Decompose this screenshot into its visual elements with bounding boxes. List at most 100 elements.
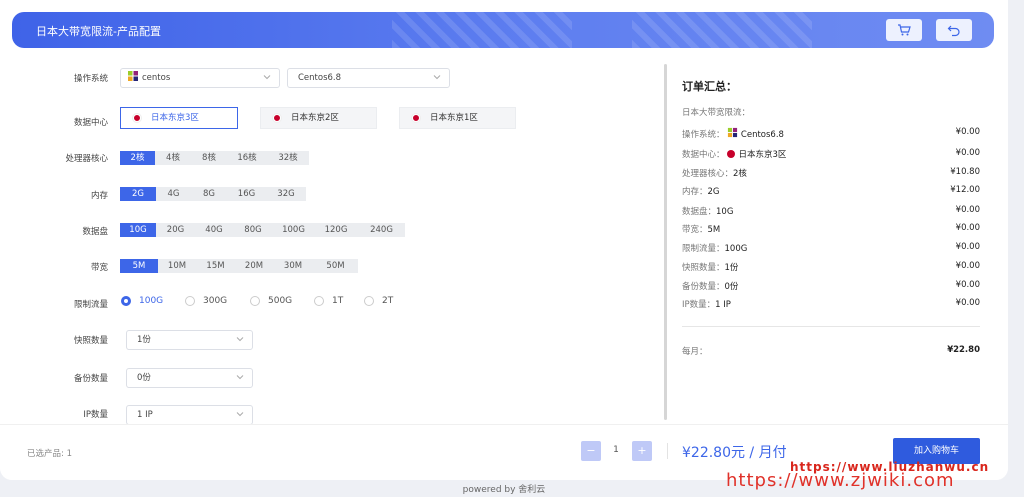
radio-icon (314, 296, 324, 306)
summary-row-value: 1 IP (715, 300, 731, 310)
summary-product: 日本大带宽限流： (682, 108, 751, 118)
summary-row-value: 5M (707, 225, 721, 235)
datacenter-option-label: 日本东京1区 (430, 113, 478, 123)
radio-icon (185, 296, 195, 306)
summary-row-value: 0份 (724, 282, 739, 292)
disk-option[interactable]: 20G (156, 223, 195, 237)
summary-row-price: ¥0.00 (955, 127, 980, 137)
cpu-option[interactable]: 4核 (155, 151, 191, 165)
page-title: 日本大带宽限流-产品配置 (36, 25, 161, 38)
summary-row-content: 带宽：5M (682, 223, 720, 235)
summary-row-label: 操作系统： (682, 130, 725, 140)
cpu-options: 2核 4核 8核 16核 32核 (120, 151, 309, 165)
header-bar: 日本大带宽限流-产品配置 (12, 12, 994, 48)
datacenter-label: 数据中心 (73, 118, 108, 128)
traffic-option[interactable]: 1T (314, 296, 343, 306)
summary-row-price: ¥10.80 (950, 167, 980, 177)
quantity-increase-button[interactable]: + (632, 441, 652, 461)
disk-option[interactable]: 10G (120, 223, 156, 237)
traffic-label: 限制流量 (73, 300, 108, 310)
radio-icon (250, 296, 260, 306)
back-icon (947, 25, 960, 37)
summary-row-value: 1份 (724, 263, 739, 273)
memory-option[interactable]: 2G (120, 187, 156, 201)
bandwidth-option[interactable]: 20M (235, 259, 273, 273)
cpu-option[interactable]: 16核 (227, 151, 267, 165)
chevron-down-icon (236, 337, 244, 342)
summary-row-price: ¥0.00 (955, 223, 980, 233)
bandwidth-option[interactable]: 50M (313, 259, 358, 273)
watermark-text: https://www.zjwiki.com (726, 470, 955, 491)
bandwidth-option[interactable]: 10M (158, 259, 196, 273)
traffic-option[interactable]: 500G (250, 296, 292, 306)
chevron-down-icon (236, 412, 244, 417)
quantity-value[interactable]: 1 (606, 445, 626, 455)
memory-option[interactable]: 16G (227, 187, 266, 201)
summary-row-label: 快照数量： (682, 263, 725, 273)
summary-row-price: ¥0.00 (955, 280, 980, 290)
summary-row-value: 日本东京3区 (738, 150, 787, 160)
bandwidth-label: 带宽 (90, 263, 108, 273)
traffic-option-label: 2T (382, 296, 394, 306)
radio-icon (364, 296, 374, 306)
backup-label: 备份数量 (73, 374, 108, 384)
os-type-select[interactable]: centos (120, 68, 280, 88)
chevron-down-icon (263, 75, 271, 80)
summary-row-price: ¥0.00 (955, 242, 980, 252)
os-version-value: Centos6.8 (298, 73, 342, 83)
cpu-label: 处理器核心 (65, 154, 108, 164)
disk-option[interactable]: 240G (358, 223, 405, 237)
back-button[interactable] (936, 19, 972, 41)
traffic-option[interactable]: 2T (364, 296, 393, 306)
datacenter-option-tokyo2[interactable]: 日本东京2区 (260, 107, 377, 129)
disk-option[interactable]: 120G (314, 223, 358, 237)
cpu-option[interactable]: 8核 (191, 151, 227, 165)
scrollbar[interactable] (664, 64, 667, 420)
traffic-option[interactable]: 100G (121, 296, 163, 306)
disk-option[interactable]: 80G (233, 223, 273, 237)
ip-select[interactable]: 1 IP (126, 405, 253, 425)
summary-row-label: 处理器核心： (682, 169, 734, 179)
cpu-option[interactable]: 2核 (120, 151, 155, 165)
datacenter-option-tokyo3[interactable]: 日本东京3区 (120, 107, 238, 129)
summary-divider (682, 326, 980, 327)
backup-select[interactable]: 0份 (126, 368, 253, 388)
japan-flag-icon (133, 114, 141, 122)
disk-option[interactable]: 40G (195, 223, 233, 237)
traffic-option-label: 100G (139, 296, 164, 306)
bandwidth-option[interactable]: 15M (196, 259, 235, 273)
os-label: 操作系统 (73, 74, 108, 84)
summary-row-label: 限制流量： (682, 244, 725, 254)
monthly-total: ¥22.80 (947, 345, 980, 355)
datacenter-option-tokyo1[interactable]: 日本东京1区 (399, 107, 516, 129)
datacenter-option-label: 日本东京3区 (151, 113, 199, 123)
snapshot-value: 1份 (137, 335, 151, 345)
japan-flag-icon (273, 114, 281, 122)
summary-row-price: ¥0.00 (955, 298, 980, 308)
quantity-decrease-button[interactable]: − (581, 441, 601, 461)
summary-row-content: IP数量：1 IP (682, 298, 731, 310)
traffic-option[interactable]: 300G (185, 296, 227, 306)
summary-row-content: 数据中心： 日本东京3区 (682, 148, 786, 160)
memory-option[interactable]: 4G (156, 187, 191, 201)
bandwidth-option[interactable]: 5M (120, 259, 158, 273)
summary-row-content: 数据盘：10G (682, 205, 733, 217)
cart-button[interactable] (886, 19, 922, 41)
summary-row-label: 数据中心： (682, 150, 725, 160)
summary-row-value: 10G (716, 207, 734, 217)
header-decoration (632, 12, 812, 48)
os-version-select[interactable]: Centos6.8 (287, 68, 450, 88)
bandwidth-option[interactable]: 30M (273, 259, 313, 273)
snapshot-select[interactable]: 1份 (126, 330, 253, 350)
backup-value: 0份 (137, 373, 151, 383)
disk-option[interactable]: 100G (273, 223, 314, 237)
memory-options: 2G 4G 8G 16G 32G (120, 187, 306, 201)
memory-label: 内存 (90, 191, 108, 201)
memory-option[interactable]: 8G (191, 187, 227, 201)
cart-icon (898, 24, 911, 36)
traffic-option-label: 300G (203, 296, 228, 306)
memory-option[interactable]: 32G (266, 187, 306, 201)
radio-icon (121, 296, 131, 306)
summary-row-value: 2G (707, 187, 720, 197)
cpu-option[interactable]: 32核 (267, 151, 309, 165)
